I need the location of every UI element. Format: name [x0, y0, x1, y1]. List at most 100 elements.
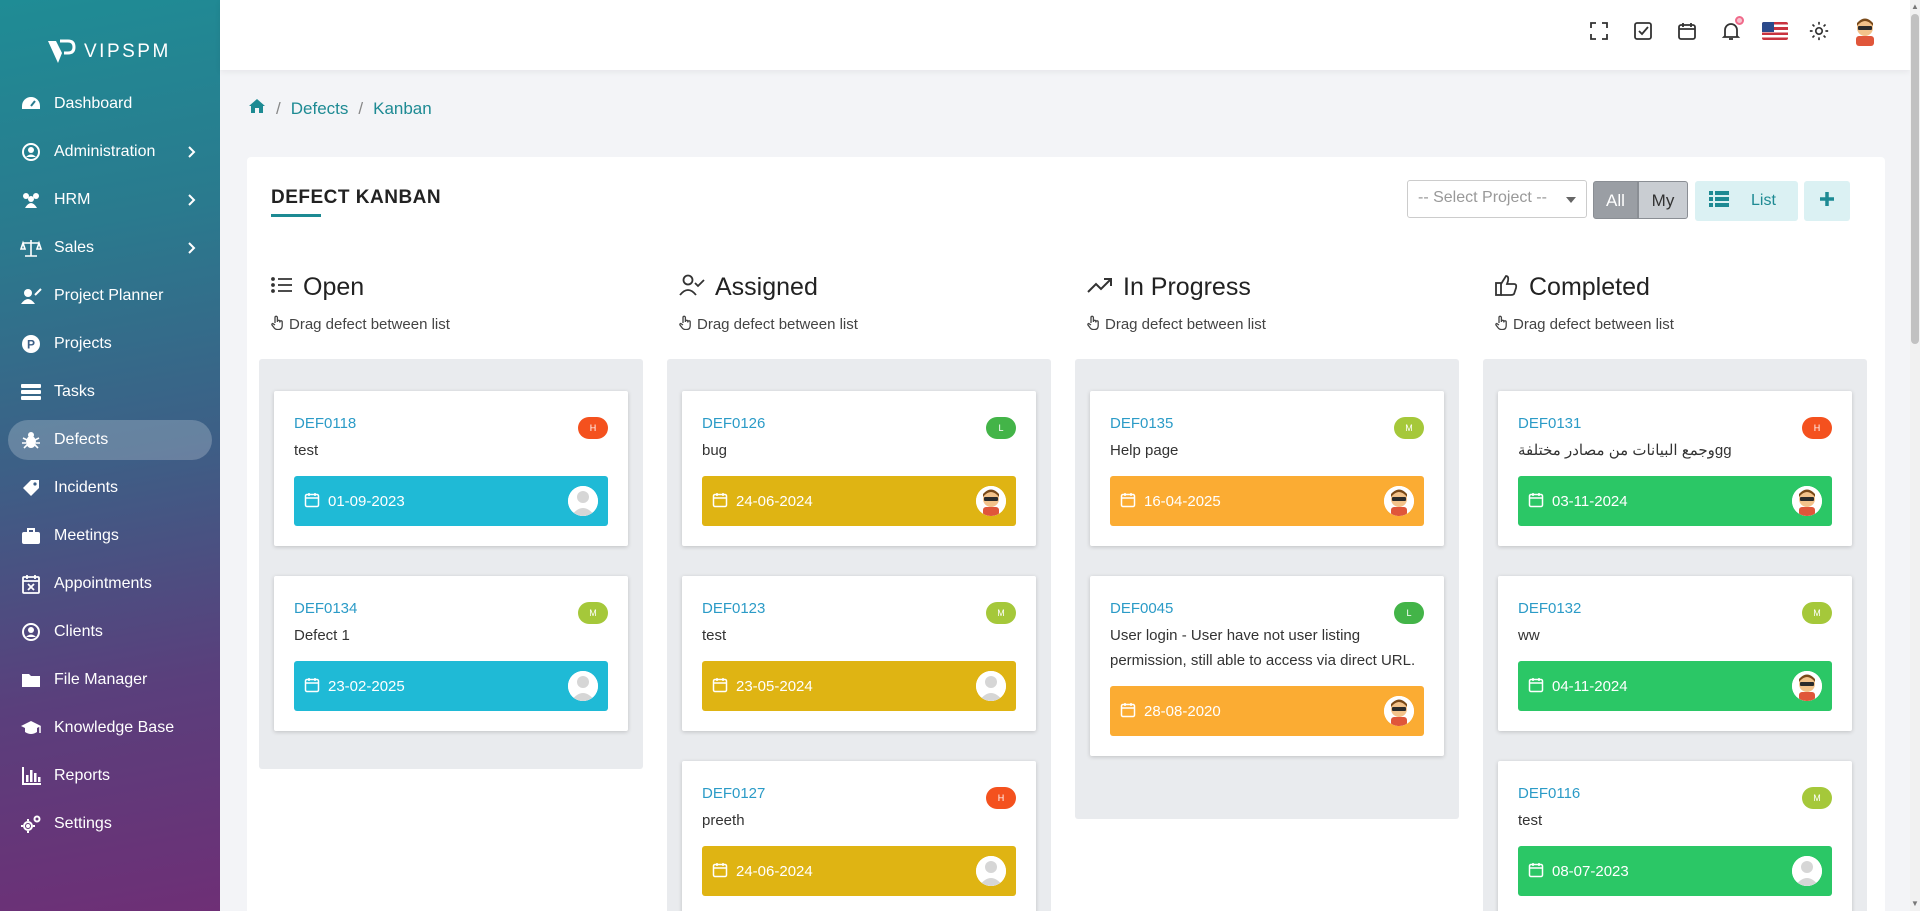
scroll-down-arrow-icon[interactable]: ▼ [1911, 899, 1919, 909]
priority-badge: M [1802, 787, 1832, 809]
defect-code-link[interactable]: DEF0045 [1110, 600, 1424, 617]
defect-card[interactable]: DEF0116 Mtest 08-07-2023 [1498, 761, 1852, 911]
assignee-avatar[interactable] [976, 856, 1006, 886]
client-icon [20, 621, 42, 643]
priority-badge: L [1394, 602, 1424, 624]
fullscreen-icon[interactable] [1586, 18, 1612, 44]
select-project-dropdown[interactable]: -- Select Project -- [1407, 180, 1587, 218]
scroll-thumb[interactable] [1911, 14, 1919, 344]
scroll-up-arrow-icon[interactable]: ▲ [1911, 2, 1919, 12]
defect-card[interactable]: DEF0135 M Help page 16-04-2025 [1090, 391, 1444, 546]
defect-due-date: 08-07-2023 [1552, 862, 1629, 880]
calendar-icon [304, 492, 322, 510]
assignee-avatar[interactable] [568, 486, 598, 516]
column-drop-zone[interactable]: DEF0135 M Help page 16-04-2025 DEF0045 L User … [1075, 359, 1459, 819]
list-view-label: List [1751, 192, 1776, 209]
sidebar-item-meetings[interactable]: Meetings [8, 516, 212, 556]
defect-code-link[interactable]: DEF0134 [294, 600, 608, 617]
sidebar-item-knowledge-base[interactable]: Knowledge Base [8, 708, 212, 748]
calendar-icon [1528, 492, 1546, 510]
defect-due-date: 03-11-2024 [1552, 492, 1628, 510]
defect-code-link[interactable]: DEF0126 [702, 415, 1016, 432]
defect-description: Help page [1110, 442, 1179, 459]
defect-code-link[interactable]: DEF0116 [1518, 785, 1832, 802]
defect-code-link[interactable]: DEF0118 [294, 415, 608, 432]
defect-code-link[interactable]: DEF0132 [1518, 600, 1832, 617]
sidebar-item-clients[interactable]: Clients [8, 612, 212, 652]
assignee-avatar[interactable] [1384, 696, 1414, 726]
defect-code-link[interactable]: DEF0131 [1518, 415, 1832, 432]
defect-code-link[interactable]: DEF0127 [702, 785, 1016, 802]
assignee-avatar[interactable] [568, 671, 598, 701]
sidebar-item-sales[interactable]: Sales [8, 228, 212, 268]
defect-code-link[interactable]: DEF0135 [1110, 415, 1424, 432]
defect-card[interactable]: DEF0126 Lbug 24-06-2024 [682, 391, 1036, 546]
assignee-avatar[interactable] [976, 486, 1006, 516]
calendar-icon[interactable] [1674, 18, 1700, 44]
column-drop-zone[interactable]: DEF0131 H وجمع البيانات من مصادر مختلفةgg 0… [1483, 359, 1867, 911]
sidebar-item-incidents[interactable]: Incidents [8, 468, 212, 508]
defect-card[interactable]: DEF0118 Htest 01-09-2023 [274, 391, 628, 546]
sidebar-item-hrm[interactable]: HRM [8, 180, 212, 220]
defect-card[interactable]: DEF0127 Hpreeth 24-06-2024 [682, 761, 1036, 911]
column-hint: Drag defect between list [655, 315, 1039, 334]
defect-card[interactable]: DEF0123 Mtest 23-05-2024 [682, 576, 1036, 731]
sidebar-item-defects[interactable]: Defects [8, 420, 212, 460]
sidebar-item-file-manager[interactable]: File Manager [8, 660, 212, 700]
column-drop-zone[interactable]: DEF0118 Htest 01-09-2023 DEF0134 M Defect 1 23… [259, 359, 643, 769]
sidebar-item-label: Knowledge Base [54, 719, 175, 736]
calendar-icon [712, 862, 730, 880]
column-drop-zone[interactable]: DEF0126 Lbug 24-06-2024 DEF0123 Mtest 23-05-2… [667, 359, 1051, 911]
column-title: Assigned [715, 272, 818, 301]
sidebar-item-project-planner[interactable]: Project Planner [8, 276, 212, 316]
us-flag-icon[interactable] [1762, 18, 1788, 44]
user-avatar-icon[interactable] [1850, 16, 1880, 46]
breadcrumb-kanban[interactable]: Kanban [373, 99, 432, 119]
defect-card-footer: 23-05-2024 [702, 661, 1016, 711]
defect-description: ww [1518, 627, 1540, 644]
sidebar-item-tasks[interactable]: Tasks [8, 372, 212, 412]
sidebar-item-projects[interactable]: P Projects [8, 324, 212, 364]
defect-code-link[interactable]: DEF0123 [702, 600, 1016, 617]
sidebar-item-appointments[interactable]: Appointments [8, 564, 212, 604]
column-hint-text: Drag defect between list [289, 316, 450, 333]
sidebar-item-settings[interactable]: Settings [8, 804, 212, 844]
defect-description: preeth [702, 812, 745, 829]
sidebar-item-label: Settings [54, 815, 112, 832]
defect-due-date: 23-05-2024 [736, 677, 813, 695]
defect-card[interactable]: DEF0132 Mww 04-11-2024 [1498, 576, 1852, 731]
bell-icon[interactable] [1718, 16, 1744, 44]
sidebar-item-dashboard[interactable]: Dashboard [8, 84, 212, 124]
sidebar-item-label: Meetings [54, 527, 119, 544]
filter-my-button[interactable]: My [1638, 181, 1688, 219]
tag-icon [20, 477, 42, 499]
home-icon[interactable] [248, 98, 266, 119]
defect-card[interactable]: DEF0045 L User login - User have not user … [1090, 576, 1444, 756]
priority-badge: H [1802, 417, 1832, 439]
assignee-avatar[interactable] [1384, 486, 1414, 516]
assignee-avatar[interactable] [1792, 671, 1822, 701]
notification-dot [1735, 16, 1744, 25]
gear-icon[interactable] [1806, 18, 1832, 44]
defect-card-footer: 16-04-2025 [1110, 476, 1424, 526]
checkbox-icon[interactable] [1630, 18, 1656, 44]
plus-icon [1819, 191, 1835, 212]
graduation-cap-icon [20, 717, 42, 739]
assignee-avatar[interactable] [976, 671, 1006, 701]
defect-card[interactable]: DEF0131 H وجمع البيانات من مصادر مختلفةgg 0… [1498, 391, 1852, 546]
breadcrumb-separator: / [358, 98, 364, 118]
assignee-avatar[interactable] [1792, 856, 1822, 886]
filter-all-button[interactable]: All [1593, 181, 1638, 219]
logo[interactable]: VIPSPM [0, 0, 220, 80]
sidebar-item-administration[interactable]: Administration [8, 132, 212, 172]
sidebar-item-reports[interactable]: Reports [8, 756, 212, 796]
page-scrollbar[interactable]: ▲ ▼ [1910, 0, 1920, 911]
chevron-right-icon [184, 240, 200, 256]
add-defect-button[interactable] [1804, 181, 1850, 221]
breadcrumb-defects[interactable]: Defects [291, 99, 349, 119]
assignee-avatar[interactable] [1792, 486, 1822, 516]
calendar-icon [1528, 862, 1546, 880]
sidebar-item-label: Tasks [54, 383, 95, 400]
defect-card[interactable]: DEF0134 M Defect 1 23-02-2025 [274, 576, 628, 731]
list-view-button[interactable]: List [1695, 181, 1798, 221]
